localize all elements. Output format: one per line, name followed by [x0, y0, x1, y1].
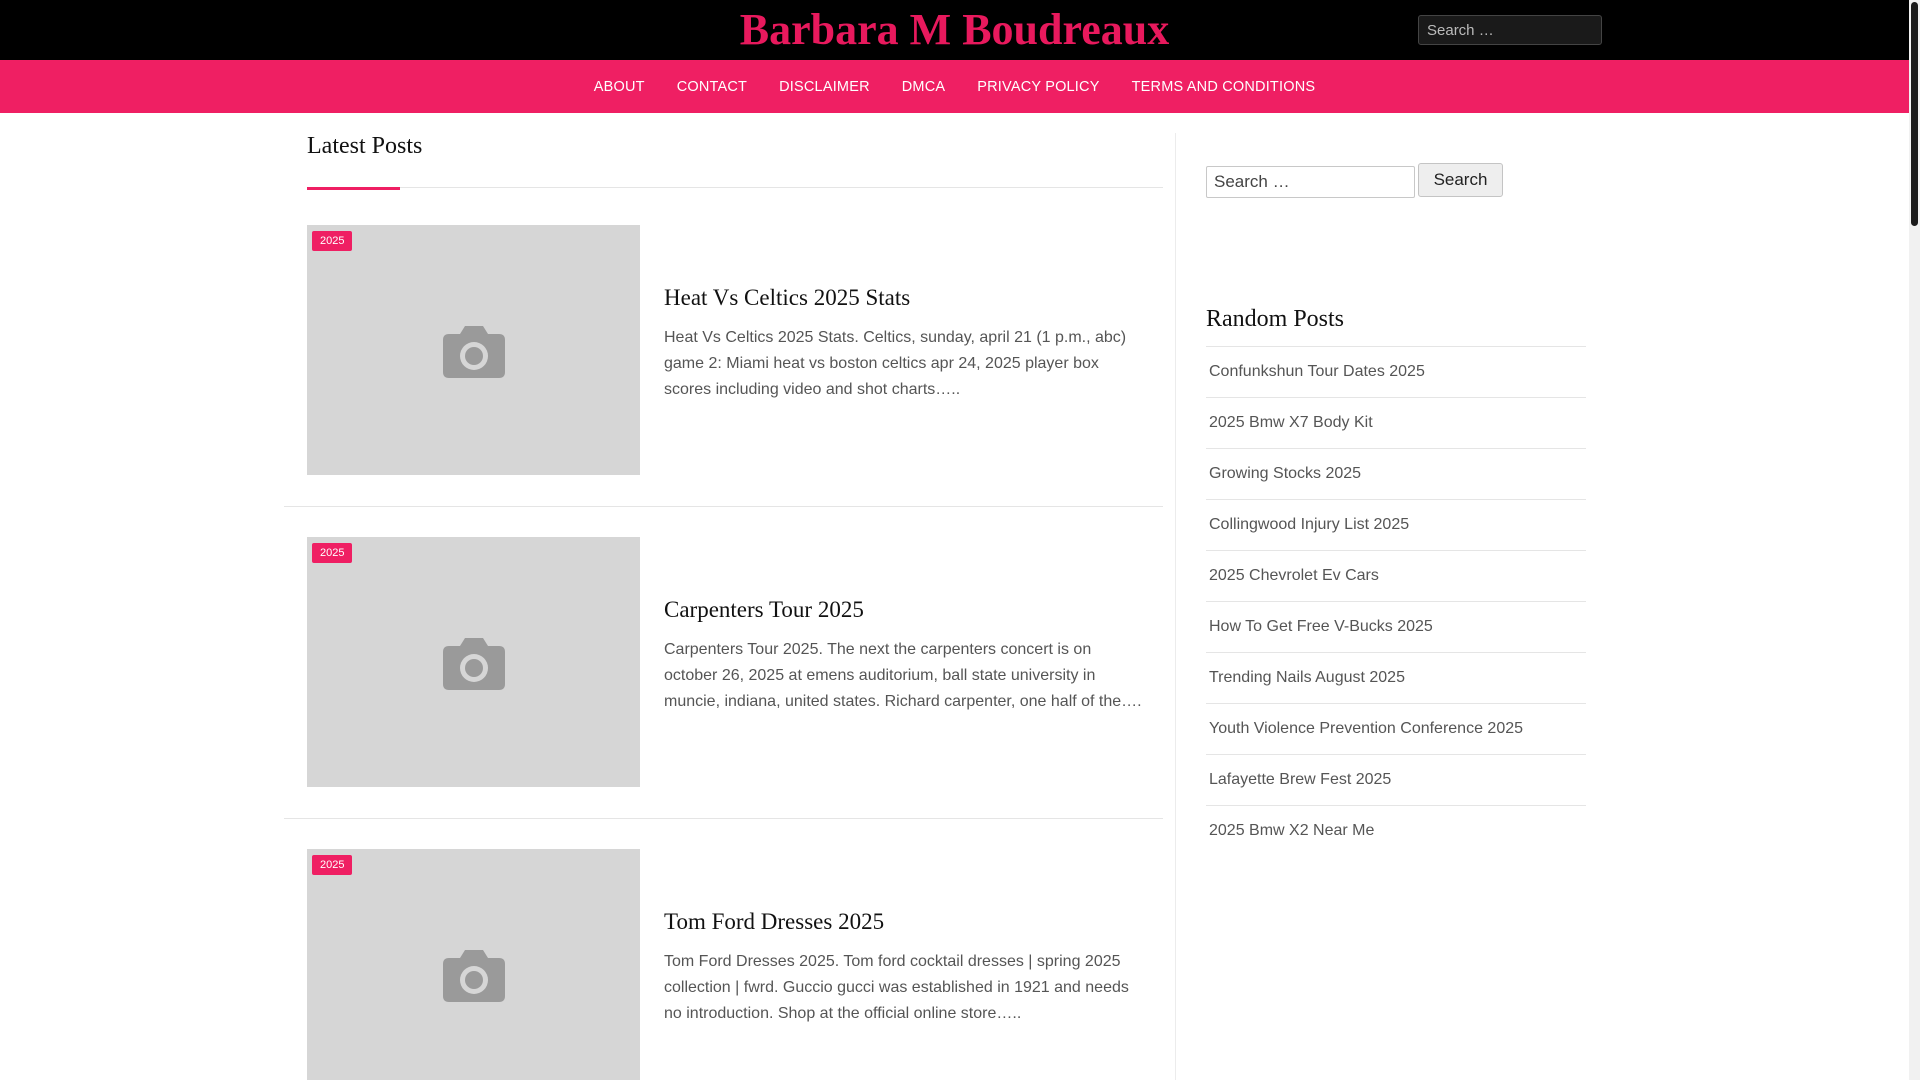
random-post-link[interactable]: 2025 Chevrolet Ev Cars: [1206, 551, 1586, 602]
sidebar-search-button[interactable]: Search: [1418, 163, 1503, 197]
post-title[interactable]: Heat Vs Celtics 2025 Stats: [664, 285, 1144, 311]
main-nav: ABOUT CONTACT DISCLAIMER DMCA PRIVACY PO…: [0, 60, 1909, 113]
post-divider: [284, 818, 1163, 819]
scrollbar-thumb[interactable]: [1911, 2, 1918, 226]
post-thumbnail[interactable]: 2025: [307, 225, 640, 475]
nav-item-about[interactable]: ABOUT: [578, 79, 661, 95]
camera-icon: [443, 638, 505, 690]
post-title[interactable]: Tom Ford Dresses 2025: [664, 909, 1144, 935]
column-divider: [1175, 133, 1176, 1080]
post-card: 2025 Tom Ford Dresses 2025 Tom Ford Dres…: [307, 849, 1163, 1080]
section-title-accent: [307, 187, 400, 190]
nav-item-disclaimer[interactable]: DISCLAIMER: [763, 79, 886, 95]
random-post-link[interactable]: How To Get Free V-Bucks 2025: [1206, 602, 1586, 653]
random-post-link[interactable]: 2025 Bmw X2 Near Me: [1206, 806, 1586, 857]
post-divider: [284, 506, 1163, 507]
random-post-link[interactable]: Confunkshun Tour Dates 2025: [1206, 347, 1586, 398]
post-excerpt: Heat Vs Celtics 2025 Stats. Celtics, sun…: [664, 329, 1127, 398]
nav-item-privacy-policy[interactable]: PRIVACY POLICY: [961, 79, 1115, 95]
random-post-link[interactable]: Collingwood Injury List 2025: [1206, 500, 1586, 551]
nav-item-contact[interactable]: CONTACT: [661, 79, 763, 95]
random-post-link[interactable]: Trending Nails August 2025: [1206, 653, 1586, 704]
post-card: 2025 Heat Vs Celtics 2025 Stats Heat Vs …: [307, 225, 1163, 475]
post-thumbnail[interactable]: 2025: [307, 537, 640, 787]
header-search-input[interactable]: [1418, 15, 1602, 45]
category-badge[interactable]: 2025: [312, 231, 353, 251]
section-title-divider: [307, 187, 1163, 188]
nav-item-terms-and-conditions[interactable]: TERMS AND CONDITIONS: [1116, 79, 1332, 95]
random-post-link[interactable]: 2025 Bmw X7 Body Kit: [1206, 398, 1586, 449]
random-post-link[interactable]: Lafayette Brew Fest 2025: [1206, 755, 1586, 806]
random-posts-list: Confunkshun Tour Dates 2025 2025 Bmw X7 …: [1206, 347, 1586, 857]
post-card: 2025 Carpenters Tour 2025 Carpenters Tou…: [307, 537, 1163, 787]
post-thumbnail[interactable]: 2025: [307, 849, 640, 1080]
section-title: Latest Posts: [307, 133, 423, 159]
nav-list: ABOUT CONTACT DISCLAIMER DMCA PRIVACY PO…: [0, 60, 1909, 113]
post-excerpt: Tom Ford Dresses 2025. Tom ford cocktail…: [664, 953, 1129, 1022]
random-post-link[interactable]: Growing Stocks 2025: [1206, 449, 1586, 500]
category-badge[interactable]: 2025: [312, 855, 353, 875]
camera-icon: [443, 326, 505, 378]
post-excerpt: Carpenters Tour 2025. The next the carpe…: [664, 641, 1142, 710]
sidebar-search-input[interactable]: [1206, 166, 1415, 198]
category-badge[interactable]: 2025: [312, 543, 353, 563]
random-posts-title: Random Posts: [1206, 306, 1345, 332]
site-header: Barbara M Boudreaux: [0, 0, 1909, 60]
page-scrollbar[interactable]: [1909, 0, 1920, 1080]
site-title[interactable]: Barbara M Boudreaux: [0, 4, 1909, 56]
nav-item-dmca[interactable]: DMCA: [886, 79, 962, 95]
post-title[interactable]: Carpenters Tour 2025: [664, 597, 1144, 623]
camera-icon: [443, 950, 505, 1002]
random-post-link[interactable]: Youth Violence Prevention Conference 202…: [1206, 704, 1586, 755]
